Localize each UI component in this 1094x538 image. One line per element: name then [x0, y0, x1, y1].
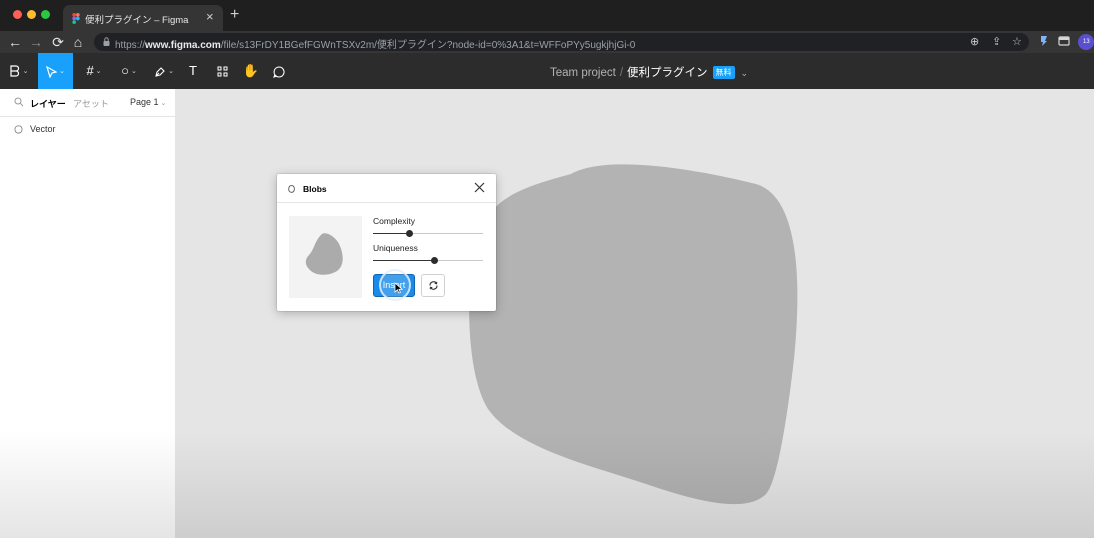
tab-close-icon[interactable]: × — [206, 9, 214, 25]
complexity-slider[interactable] — [373, 230, 483, 237]
ellipse-icon: ○ — [121, 63, 129, 78]
main-menu-button[interactable]: ⌄ — [0, 53, 38, 89]
bookmark-star-icon[interactable]: ☆ — [1012, 35, 1022, 49]
comment-tool-button[interactable] — [270, 53, 288, 89]
minimize-window-button[interactable] — [27, 10, 36, 19]
search-icon[interactable] — [14, 97, 24, 107]
vector-icon — [14, 125, 23, 134]
blob-preview-shape — [305, 233, 343, 275]
tab-search-icon[interactable] — [1058, 35, 1070, 47]
file-name[interactable]: 便利プラグイン — [627, 67, 708, 79]
refresh-icon — [429, 281, 438, 290]
pen-icon — [155, 66, 165, 77]
slider-thumb[interactable] — [406, 230, 414, 237]
home-icon[interactable]: ⌂ — [70, 33, 86, 51]
hand-icon: ✋ — [242, 63, 260, 78]
reload-icon[interactable]: ⟳ — [50, 33, 66, 51]
slider-fill — [373, 260, 434, 261]
new-tab-button[interactable]: + — [230, 6, 239, 24]
page-selector[interactable]: Page 1 ⌄ — [130, 97, 166, 107]
slider-fill — [373, 233, 410, 234]
chevron-down-icon[interactable]: ⌄ — [741, 68, 749, 78]
forward-arrow-icon[interactable]: → — [28, 33, 44, 51]
extension-icon[interactable] — [1038, 35, 1050, 47]
pen-tool-button[interactable]: ⌄ — [150, 53, 178, 89]
lock-icon — [103, 37, 110, 46]
blob-icon — [288, 185, 295, 193]
plugin-title: Blobs — [303, 184, 327, 194]
zoom-icon[interactable]: ⊕ — [970, 35, 979, 49]
share-icon[interactable]: ⇪ — [992, 35, 1001, 49]
back-arrow-icon[interactable]: ← — [7, 33, 23, 51]
plan-badge: 無料 — [712, 66, 735, 79]
file-breadcrumb[interactable]: Team project / 便利プラグイン 無料 ⌄ — [550, 64, 748, 80]
uniqueness-slider[interactable] — [373, 257, 483, 264]
tab-assets[interactable]: アセット — [73, 97, 109, 110]
extension-badge: 13 — [1083, 39, 1090, 45]
frame-tool-button[interactable]: # ⌄ — [80, 53, 108, 89]
team-name[interactable]: Team project — [550, 67, 616, 79]
maximize-window-button[interactable] — [41, 10, 50, 19]
tab-title: 便利プラグイン – Figma — [85, 15, 189, 26]
blob-vector-shape[interactable] — [176, 89, 1094, 538]
url-input[interactable]: https://www.figma.com/file/s13FrDY1BGefF… — [94, 33, 1029, 51]
layers-panel: レイヤー アセット Page 1 ⌄ Vector — [0, 89, 176, 538]
chevron-down-icon: ⌄ — [160, 100, 167, 107]
figma-menu-icon — [9, 65, 19, 77]
breadcrumb-separator: / — [619, 67, 624, 79]
profile-avatar[interactable]: 13 — [1078, 34, 1094, 50]
shape-tool-button[interactable]: ○ ⌄ — [115, 53, 143, 89]
resources-tool-button[interactable] — [214, 53, 230, 89]
frame-icon: # — [86, 63, 94, 78]
plugin-header: Blobs — [277, 174, 496, 203]
blob-preview — [289, 216, 362, 298]
browser-tab[interactable]: 便利プラグイン – Figma × — [63, 5, 223, 31]
canvas[interactable] — [176, 89, 1094, 538]
layer-row[interactable]: Vector — [0, 122, 175, 138]
move-tool-button[interactable]: ⌄ — [38, 53, 73, 89]
hand-tool-button[interactable]: ✋ — [242, 53, 260, 89]
plugin-window: Blobs Complexity Uniqueness Insert — [277, 174, 496, 311]
slider-label: Complexity — [373, 216, 416, 226]
figma-logo-icon — [72, 13, 80, 24]
pointer-icon — [46, 65, 58, 79]
text-icon: T — [189, 63, 197, 78]
tab-layers[interactable]: レイヤー — [30, 97, 66, 110]
regenerate-button[interactable] — [421, 274, 445, 297]
mouse-cursor-icon — [394, 282, 403, 294]
browser-tab-bar: 便利プラグイン – Figma × + — [0, 0, 1094, 31]
comment-icon — [273, 66, 285, 78]
browser-address-bar: ← → ⟳ ⌂ https://www.figma.com/file/s13Fr… — [0, 31, 1094, 53]
layer-label: Vector — [30, 124, 56, 134]
close-icon[interactable] — [474, 182, 485, 193]
text-tool-button[interactable]: T — [184, 53, 202, 89]
url-text: https://www.figma.com/file/s13FrDY1BGefF… — [115, 40, 636, 51]
panel-header: レイヤー アセット Page 1 ⌄ — [0, 89, 176, 117]
slider-thumb[interactable] — [430, 257, 438, 264]
figma-toolbar: ⌄ ⌄ # ⌄ ○ ⌄ ⌄ T ✋ Team project / 便利プラグイン 無料 ⌄ — [0, 53, 1094, 89]
close-window-button[interactable] — [13, 10, 22, 19]
resources-icon — [217, 66, 227, 77]
slider-label: Uniqueness — [373, 243, 418, 253]
